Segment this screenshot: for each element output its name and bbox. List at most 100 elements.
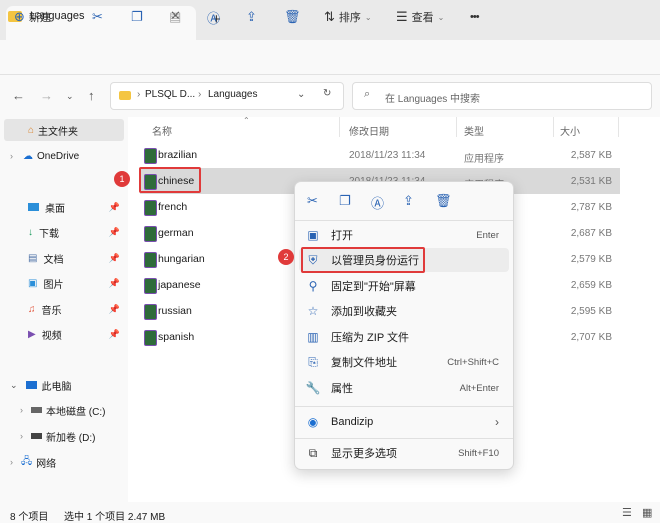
- chevron-right-icon: ›: [20, 405, 23, 415]
- menu-shortcut: Alt+Enter: [459, 382, 499, 394]
- sidebar-item-label: OneDrive: [37, 150, 80, 162]
- back-arrow-icon[interactable]: ←: [12, 88, 25, 103]
- sidebar-item-pictures[interactable]: ▣ 图片 📌: [0, 272, 128, 294]
- trash-icon[interactable]: 🗑: [435, 193, 452, 209]
- sidebar-item-home[interactable]: ⌂ 主文件夹: [4, 119, 124, 141]
- cut-button[interactable]: ✂: [92, 8, 103, 26]
- breadcrumb-plsql[interactable]: PLSQL D...: [145, 89, 195, 100]
- application-icon: [144, 278, 157, 294]
- menu-item-label: Bandizip: [331, 416, 374, 428]
- column-divider[interactable]: [339, 117, 340, 137]
- forward-arrow-icon[interactable]: →: [40, 88, 53, 103]
- column-header-type[interactable]: 类型: [464, 123, 484, 138]
- context-menu: ✂ ❐ Ⓐ ⇪ 🗑 ▣ 打开 Enter ⛨ 以管理员身份运行 ⚲ 固定到"开始…: [294, 181, 514, 470]
- application-icon: [144, 330, 157, 346]
- step-badge-2: 2: [278, 249, 294, 265]
- menu-item-more-options[interactable]: ⧉ 显示更多选项 Shift+F10: [299, 441, 509, 465]
- file-name: hungarian: [158, 253, 205, 265]
- picture-icon: ▣: [28, 277, 38, 289]
- folder-icon: [119, 91, 131, 100]
- column-divider[interactable]: [553, 117, 554, 137]
- recent-chevron-icon[interactable]: ⌄: [66, 91, 74, 102]
- file-name: german: [158, 227, 194, 239]
- sidebar-item-documents[interactable]: ▤ 文档 📌: [0, 247, 128, 269]
- sidebar-item-onedrive[interactable]: › ☁ OneDrive: [0, 145, 128, 167]
- search-input[interactable]: ⌕ 在 Languages 中搜索: [352, 82, 652, 110]
- plus-circle-icon: ⊕: [14, 9, 25, 24]
- file-size: 2,659 KB: [570, 280, 612, 291]
- column-divider[interactable]: [618, 117, 619, 137]
- application-icon: [144, 226, 157, 242]
- menu-separator: [295, 438, 513, 439]
- rename-icon[interactable]: Ⓐ: [371, 193, 384, 212]
- chevron-down-icon: ⌄: [364, 12, 372, 22]
- menu-item-pin-start[interactable]: ⚲ 固定到"开始"屏幕: [299, 274, 509, 298]
- share-button[interactable]: ⇪: [246, 8, 257, 26]
- view-button[interactable]: ☰ 查看 ⌄: [396, 8, 444, 26]
- pin-icon[interactable]: 📌: [109, 227, 120, 238]
- up-arrow-icon[interactable]: ↑: [88, 88, 95, 103]
- sort-up-icon: ⌃: [243, 116, 250, 125]
- menu-item-open[interactable]: ▣ 打开 Enter: [299, 223, 509, 247]
- rename-button[interactable]: Ⓐ: [207, 8, 220, 26]
- delete-button[interactable]: 🗑: [284, 8, 301, 26]
- breadcrumb-separator: ›: [198, 89, 202, 100]
- menu-item-add-favorites[interactable]: ☆ 添加到收藏夹: [299, 299, 509, 323]
- sidebar-item-thispc[interactable]: ⌄ 此电脑: [0, 374, 128, 396]
- file-size: 2,687 KB: [570, 228, 612, 239]
- copy-icon[interactable]: ❐: [339, 193, 351, 209]
- item-count: 8 个项目: [10, 512, 49, 523]
- sidebar-item-music[interactable]: ♫ 音乐 📌: [0, 298, 128, 320]
- selection-info: 选中 1 个项目 2.47 MB: [64, 512, 166, 523]
- breadcrumb-separator: ›: [137, 89, 141, 100]
- sort-label: 排序: [338, 12, 361, 24]
- column-divider[interactable]: [456, 117, 457, 137]
- column-header-size[interactable]: 大小: [560, 123, 580, 138]
- sidebar-item-label: 桌面: [45, 203, 65, 215]
- breadcrumb-languages[interactable]: Languages: [208, 89, 258, 100]
- file-size: 2,587 KB: [570, 150, 612, 161]
- sidebar-item-videos[interactable]: ▶ 视频 📌: [0, 323, 128, 345]
- sidebar-item-drive-d[interactable]: › 新加卷 (D:): [0, 425, 128, 447]
- refresh-icon[interactable]: ↻: [323, 88, 331, 99]
- open-icon: ▣: [307, 228, 319, 242]
- thumbnail-view-icon[interactable]: ▦: [642, 506, 652, 519]
- address-bar[interactable]: › PLSQL D... › Languages ⌄ ↻: [110, 82, 344, 110]
- download-icon: ↓: [28, 226, 33, 238]
- copy-path-icon: ⎘: [308, 354, 318, 369]
- scissors-icon[interactable]: ✂: [307, 193, 318, 209]
- sidebar-item-label: 下载: [39, 228, 59, 240]
- search-placeholder: 在 Languages 中搜索: [385, 94, 481, 105]
- share-icon[interactable]: ⇪: [403, 193, 414, 209]
- file-name: chinese: [158, 175, 195, 187]
- column-header-name[interactable]: 名称: [152, 123, 172, 138]
- new-button[interactable]: ⊕ 新建 ⌄: [14, 8, 62, 26]
- sort-button[interactable]: ⇅ 排序 ⌄: [324, 8, 372, 26]
- pin-icon[interactable]: 📌: [109, 253, 120, 264]
- menu-item-compress-zip[interactable]: ▥ 压缩为 ZIP 文件: [299, 325, 509, 349]
- copy-button[interactable]: ❐: [131, 8, 143, 26]
- pin-icon[interactable]: 📌: [109, 304, 120, 315]
- file-date: 2018/11/23 11:34: [349, 150, 426, 161]
- sidebar-item-drive-c[interactable]: › 本地磁盘 (C:): [0, 399, 128, 421]
- pin-icon[interactable]: 📌: [109, 329, 120, 340]
- sidebar-item-network[interactable]: › 🖧 网络: [0, 451, 128, 473]
- sidebar-item-desktop[interactable]: 桌面 📌: [0, 196, 128, 218]
- pin-icon[interactable]: 📌: [109, 202, 120, 213]
- new-button-label: 新建: [28, 12, 51, 24]
- sidebar-item-label: 新加卷 (D:): [46, 432, 96, 444]
- details-view-icon[interactable]: ☰: [622, 506, 632, 519]
- menu-shortcut: Shift+F10: [458, 447, 499, 459]
- more-options-button[interactable]: •••: [470, 8, 480, 26]
- column-header-date[interactable]: 修改日期: [349, 123, 389, 138]
- chevron-down-icon[interactable]: ⌄: [297, 89, 305, 100]
- paste-button[interactable]: ▤: [169, 8, 181, 26]
- application-icon: [144, 252, 157, 268]
- menu-item-properties[interactable]: 🔧 属性 Alt+Enter: [299, 376, 509, 400]
- sidebar-item-downloads[interactable]: ↓ 下载 📌: [0, 221, 128, 243]
- menu-item-copy-path[interactable]: ⎘ 复制文件地址 Ctrl+Shift+C: [299, 350, 509, 374]
- menu-item-bandizip[interactable]: ◉ Bandizip ›: [299, 410, 509, 434]
- pin-icon[interactable]: 📌: [109, 278, 120, 289]
- chevron-right-icon: ›: [495, 415, 499, 429]
- menu-item-label: 复制文件地址: [331, 357, 397, 369]
